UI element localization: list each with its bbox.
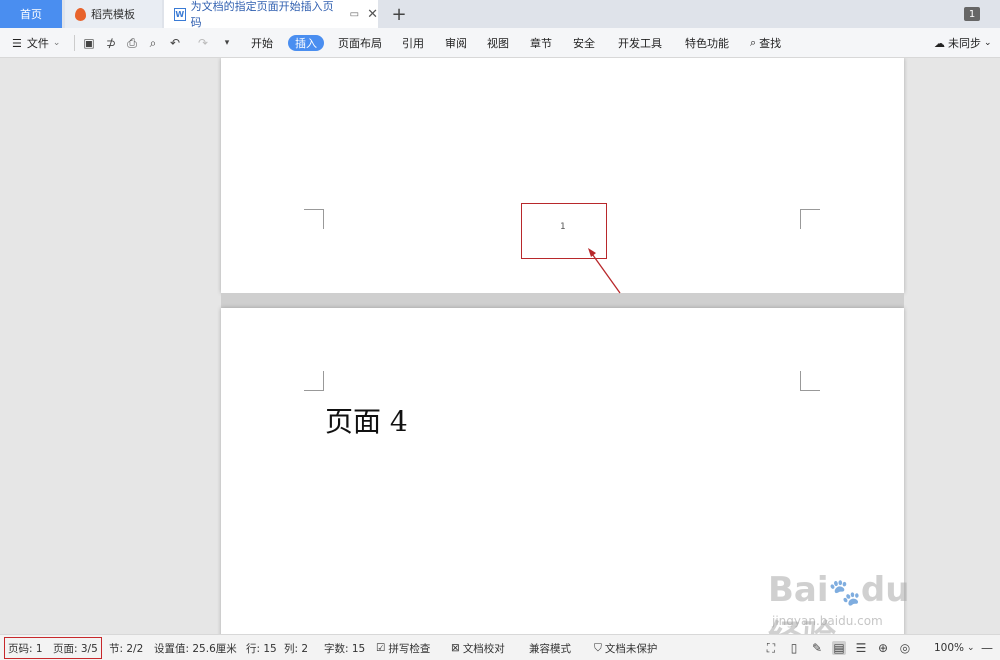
- zoom-out-icon[interactable]: —: [980, 641, 994, 655]
- zoom-label: 100%: [934, 642, 965, 654]
- chevron-down-icon: ⌄: [984, 38, 992, 48]
- status-page-code[interactable]: 页码: 1: [8, 635, 43, 660]
- menu-bar: ☰ 文件 ⌄ ▣ ⊅ ⎙ ⌕ ↶ ↷ ▾ 开始 插入 页面布局 引用 审阅 视图…: [0, 28, 1000, 58]
- outline-view-icon[interactable]: ☰: [854, 641, 868, 655]
- divider: [74, 35, 75, 51]
- menu-item-start[interactable]: 开始: [251, 28, 273, 58]
- status-setting[interactable]: 设置值: 25.6厘米: [154, 635, 237, 660]
- tab-document-label: 为文档的指定页面开始插入页码: [190, 0, 334, 29]
- tab-document[interactable]: W 为文档的指定页面开始插入页码 ▭ ✕: [164, 0, 378, 29]
- page-number-footer[interactable]: 1: [560, 222, 565, 232]
- margin-corner-mark: [304, 371, 324, 391]
- sync-label: 未同步: [948, 37, 981, 50]
- tab-template[interactable]: 稻壳模板: [65, 0, 162, 28]
- page-view-icon[interactable]: ▤: [832, 641, 846, 655]
- save-icon[interactable]: ▣: [82, 36, 96, 50]
- tab-home-label: 首页: [20, 8, 42, 21]
- spell-check-button[interactable]: ☑ 拼写检查: [376, 635, 430, 660]
- status-col[interactable]: 列: 2: [284, 635, 308, 660]
- menu-item-features[interactable]: 特色功能: [685, 28, 729, 58]
- spell-check-label: 拼写检查: [388, 642, 431, 655]
- status-bar: 页码: 1 页面: 3/5 节: 2/2 设置值: 25.6厘米 行: 15 列…: [0, 634, 1000, 660]
- window-count-badge[interactable]: 1: [964, 7, 980, 21]
- more-icon[interactable]: ▾: [220, 36, 234, 50]
- search-icon: ⌕: [750, 36, 757, 49]
- margin-corner-mark: [800, 209, 820, 229]
- menu-item-view[interactable]: 视图: [487, 28, 509, 58]
- tab-template-label: 稻壳模板: [91, 8, 135, 21]
- spell-check-icon: ☑: [376, 642, 386, 654]
- zoom-level[interactable]: 100% ⌄: [934, 635, 975, 660]
- tab-home[interactable]: 首页: [0, 0, 62, 28]
- status-page-of[interactable]: 页面: 3/5: [53, 635, 98, 660]
- menu-item-security[interactable]: 安全: [573, 28, 595, 58]
- add-tab-button[interactable]: +: [384, 0, 414, 28]
- status-words[interactable]: 字数: 15: [324, 635, 365, 660]
- menu-item-developer[interactable]: 开发工具: [618, 28, 662, 58]
- search-label: 查找: [759, 37, 782, 50]
- status-row[interactable]: 行: 15: [246, 635, 277, 660]
- chevron-down-icon: ⌄: [52, 38, 61, 48]
- pen-icon[interactable]: ✎: [810, 641, 824, 655]
- redo-icon[interactable]: ↷: [196, 36, 210, 50]
- baidu-watermark-logo: Bai🐾du 经验 jingyan.baidu.com: [768, 570, 910, 658]
- web-view-icon[interactable]: ⊕: [876, 641, 890, 655]
- fullscreen-icon[interactable]: ⛶: [764, 641, 778, 655]
- menu-item-chapter[interactable]: 章节: [530, 28, 552, 58]
- page-3[interactable]: 1: [221, 58, 904, 293]
- file-menu[interactable]: ☰ 文件 ⌄: [12, 28, 60, 58]
- margin-corner-mark: [800, 371, 820, 391]
- hamburger-icon: ☰: [12, 36, 22, 50]
- protect-status[interactable]: ⛉ 文档未保护: [594, 635, 657, 660]
- protect-label: 文档未保护: [604, 642, 658, 655]
- page-gap: [221, 293, 904, 308]
- print-preview-icon[interactable]: ⌕: [146, 36, 160, 50]
- proofread-button[interactable]: ⊠ 文档校对: [451, 635, 505, 660]
- print-icon[interactable]: ⎙: [125, 36, 139, 50]
- format-painter-icon[interactable]: ⊅: [104, 36, 118, 50]
- status-section[interactable]: 节: 2/2: [109, 635, 143, 660]
- shield-icon: ⛉: [594, 641, 602, 654]
- compat-mode[interactable]: 兼容模式: [529, 635, 571, 660]
- document-area[interactable]: 1 页面 4: [0, 58, 1000, 634]
- menu-item-references[interactable]: 引用: [402, 28, 424, 58]
- chevron-down-icon: ⌄: [967, 643, 975, 653]
- comment-icon[interactable]: ▭: [350, 9, 359, 20]
- proofread-label: 文档校对: [462, 642, 505, 655]
- proofread-icon: ⊠: [451, 642, 460, 654]
- annotation-arrow-icon: [588, 248, 621, 294]
- menu-item-insert[interactable]: 插入: [288, 35, 324, 51]
- margin-corner-mark: [304, 209, 324, 229]
- undo-icon[interactable]: ↶: [168, 36, 182, 50]
- close-icon[interactable]: ✕: [367, 7, 378, 22]
- docer-logo-icon: [75, 7, 86, 21]
- cloud-icon: ☁: [934, 36, 945, 50]
- file-menu-label: 文件: [26, 37, 49, 50]
- eye-protect-icon[interactable]: ◎: [898, 641, 912, 655]
- sync-status[interactable]: ☁ 未同步 ⌄: [934, 28, 992, 58]
- menu-item-page-layout[interactable]: 页面布局: [338, 28, 382, 58]
- menu-item-review[interactable]: 审阅: [445, 28, 467, 58]
- reading-mode-icon[interactable]: ▯: [787, 641, 801, 655]
- tab-bar: 首页 稻壳模板 W 为文档的指定页面开始插入页码 ▭ ✕ + 1: [0, 0, 1000, 29]
- search-button[interactable]: ⌕ 查找: [750, 28, 781, 58]
- word-doc-icon: W: [174, 7, 186, 21]
- page-heading[interactable]: 页面 4: [325, 400, 408, 440]
